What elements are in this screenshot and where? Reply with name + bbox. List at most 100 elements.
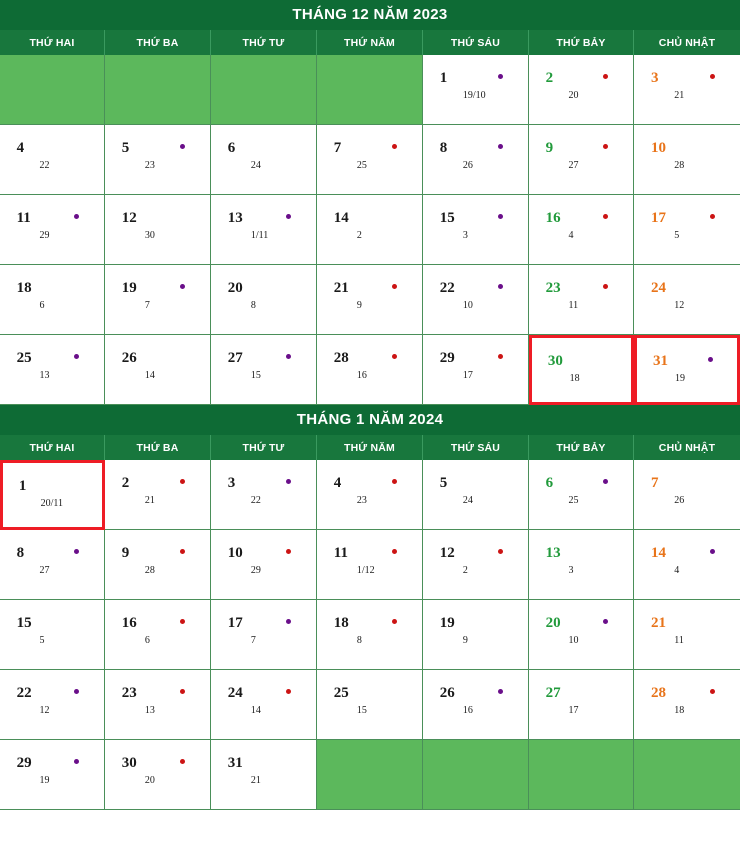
- day-cell[interactable]: 14 2: [317, 195, 423, 265]
- day-cell[interactable]: 12 2: [423, 530, 529, 600]
- red-dot-icon: [179, 689, 185, 694]
- day-cell[interactable]: 13 1/11: [211, 195, 317, 265]
- day-cell[interactable]: 7 26: [634, 460, 740, 530]
- red-dot-icon: [179, 619, 185, 624]
- day-cell[interactable]: 8 26: [423, 125, 529, 195]
- day-cell[interactable]: 28 16: [317, 335, 423, 405]
- lunar-date: 7: [250, 635, 256, 646]
- day-cell-highlighted[interactable]: 31 19: [634, 335, 740, 405]
- solar-date: 21: [650, 615, 666, 631]
- day-cell[interactable]: 6 24: [211, 125, 317, 195]
- red-dot-icon: [179, 479, 185, 484]
- solar-date: 18: [16, 280, 32, 296]
- weekday-header-cell: THỨ NĂM: [317, 435, 423, 460]
- weekday-header-cell: THỨ BA: [105, 30, 211, 55]
- day-cell[interactable]: 23 13: [105, 670, 211, 740]
- solar-date: 31: [227, 755, 243, 771]
- day-cell[interactable]: 4 23: [317, 460, 423, 530]
- month-block: THÁNG 12 NĂM 2023 THỨ HAI THỨ BA THỨ TƯ THỨ …: [0, 0, 740, 405]
- purple-dot-icon: [74, 759, 80, 764]
- day-cell[interactable]: 29 17: [423, 335, 529, 405]
- week-row: 1 19/10 2 20 3 21: [0, 55, 740, 125]
- day-cell[interactable]: 5 24: [423, 460, 529, 530]
- solar-date: 8: [439, 140, 448, 156]
- day-cell[interactable]: 26 16: [423, 670, 529, 740]
- lunar-date: 18: [674, 705, 685, 716]
- weekday-header-cell: THỨ TƯ: [211, 30, 317, 55]
- solar-date: 16: [121, 615, 137, 631]
- day-cell[interactable]: 30 20: [105, 740, 211, 810]
- day-cell[interactable]: 15 3: [423, 195, 529, 265]
- day-cell[interactable]: 11 29: [0, 195, 105, 265]
- day-cell[interactable]: 10 29: [211, 530, 317, 600]
- day-cell[interactable]: 15 5: [0, 600, 105, 670]
- day-cell[interactable]: 2 21: [105, 460, 211, 530]
- solar-date: 30: [547, 353, 563, 369]
- day-cell[interactable]: 25 15: [317, 670, 423, 740]
- day-cell[interactable]: 11 1/12: [317, 530, 423, 600]
- day-cell[interactable]: 3 21: [634, 55, 740, 125]
- day-cell[interactable]: 3 22: [211, 460, 317, 530]
- lunar-date: 28: [144, 565, 155, 576]
- day-cell[interactable]: 19 7: [105, 265, 211, 335]
- lunar-date: 17: [462, 370, 473, 381]
- solar-date: 1: [18, 478, 27, 494]
- day-cell[interactable]: 10 28: [634, 125, 740, 195]
- day-cell[interactable]: 20 10: [529, 600, 634, 670]
- day-cell[interactable]: 1 19/10: [423, 55, 529, 125]
- day-cell[interactable]: 17 5: [634, 195, 740, 265]
- solar-date: 7: [650, 475, 659, 491]
- lunar-date: 27: [39, 565, 50, 576]
- day-cell[interactable]: 23 11: [529, 265, 634, 335]
- day-cell[interactable]: 25 13: [0, 335, 105, 405]
- lunar-date: 12: [39, 705, 50, 716]
- red-dot-icon: [391, 549, 397, 554]
- day-cell[interactable]: 24 12: [634, 265, 740, 335]
- day-cell[interactable]: 17 7: [211, 600, 317, 670]
- day-cell[interactable]: 21 11: [634, 600, 740, 670]
- red-dot-icon: [179, 549, 185, 554]
- solar-date: 19: [121, 280, 137, 296]
- day-cell[interactable]: 6 25: [529, 460, 634, 530]
- solar-date: 25: [333, 685, 349, 701]
- day-cell[interactable]: 27 15: [211, 335, 317, 405]
- day-cell[interactable]: 16 4: [529, 195, 634, 265]
- week-row: 8 27 9 28 10 29 11 1/12 12 2 13 3 14 4: [0, 530, 740, 600]
- purple-dot-icon: [497, 689, 503, 694]
- day-cell[interactable]: 26 14: [105, 335, 211, 405]
- day-cell-highlighted[interactable]: 1 20/11: [0, 460, 105, 530]
- lunar-date: 7: [144, 300, 150, 311]
- day-cell[interactable]: 22 10: [423, 265, 529, 335]
- day-cell[interactable]: 22 12: [0, 670, 105, 740]
- solar-date: 23: [121, 685, 137, 701]
- solar-date: 22: [439, 280, 455, 296]
- day-cell[interactable]: 29 19: [0, 740, 105, 810]
- red-dot-icon: [497, 549, 503, 554]
- day-cell-highlighted[interactable]: 30 18: [529, 335, 634, 405]
- empty-day-cell: [317, 55, 423, 125]
- day-cell[interactable]: 2 20: [529, 55, 634, 125]
- day-cell[interactable]: 8 27: [0, 530, 105, 600]
- day-cell[interactable]: 28 18: [634, 670, 740, 740]
- week-row: 18 6 19 7 20 8 21 9 22 10 23 11 24 12: [0, 265, 740, 335]
- day-cell[interactable]: 20 8: [211, 265, 317, 335]
- day-cell[interactable]: 24 14: [211, 670, 317, 740]
- solar-date: 24: [227, 685, 243, 701]
- months-container: THÁNG 12 NĂM 2023 THỨ HAI THỨ BA THỨ TƯ THỨ …: [0, 0, 740, 810]
- day-cell[interactable]: 12 30: [105, 195, 211, 265]
- lunar-date: 19: [39, 775, 50, 786]
- day-cell[interactable]: 18 6: [0, 265, 105, 335]
- day-cell[interactable]: 13 3: [529, 530, 634, 600]
- day-cell[interactable]: 5 23: [105, 125, 211, 195]
- day-cell[interactable]: 18 8: [317, 600, 423, 670]
- day-cell[interactable]: 9 27: [529, 125, 634, 195]
- day-cell[interactable]: 27 17: [529, 670, 634, 740]
- day-cell[interactable]: 31 21: [211, 740, 317, 810]
- day-cell[interactable]: 9 28: [105, 530, 211, 600]
- day-cell[interactable]: 7 25: [317, 125, 423, 195]
- day-cell[interactable]: 16 6: [105, 600, 211, 670]
- day-cell[interactable]: 19 9: [423, 600, 529, 670]
- day-cell[interactable]: 4 22: [0, 125, 105, 195]
- day-cell[interactable]: 21 9: [317, 265, 423, 335]
- day-cell[interactable]: 14 4: [634, 530, 740, 600]
